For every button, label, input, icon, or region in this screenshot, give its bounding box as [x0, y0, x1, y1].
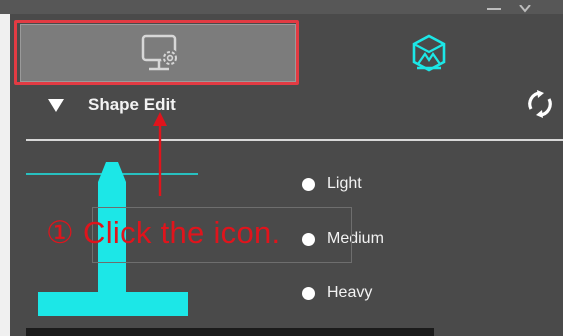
left-edge: [0, 0, 10, 336]
radio-light-dot[interactable]: [302, 177, 315, 191]
tab-shape[interactable]: [300, 24, 563, 82]
section-divider: [26, 139, 563, 141]
shape-base: [38, 292, 188, 316]
radio-heavy-label: Heavy: [327, 284, 373, 301]
title-strip: [0, 0, 563, 14]
minimize-icon[interactable]: [487, 0, 501, 10]
close-icon[interactable]: [518, 0, 532, 13]
radio-light-label: Light: [327, 175, 362, 192]
shape-cube-icon: [412, 34, 446, 72]
bottom-scrollbar[interactable]: [26, 328, 434, 336]
callout-text: ① Click the icon.: [46, 215, 281, 250]
radio-heavy[interactable]: Heavy: [302, 281, 372, 305]
expand-triangle-icon[interactable]: [48, 98, 64, 112]
tab-highlight-box: [14, 20, 299, 85]
radio-heavy-dot[interactable]: [302, 286, 315, 300]
radio-light[interactable]: Light: [302, 172, 362, 196]
refresh-icon[interactable]: [525, 89, 555, 119]
shape-joint: [98, 275, 126, 295]
callout-arrow: [153, 112, 167, 196]
